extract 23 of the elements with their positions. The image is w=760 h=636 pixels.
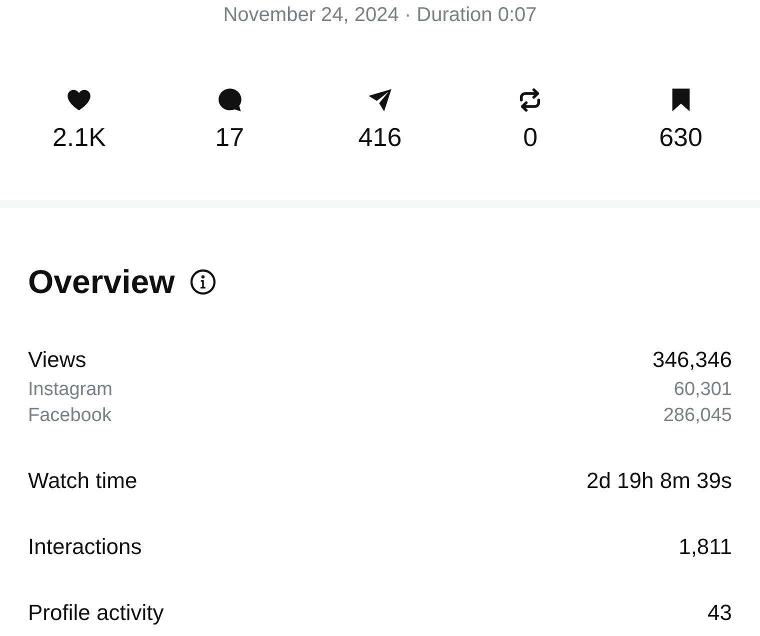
metric-label: Profile activity <box>28 599 164 627</box>
paper-plane-icon <box>366 87 393 113</box>
source-value: 286,045 <box>663 404 732 428</box>
metric-label: Interactions <box>28 533 142 561</box>
metric-value: 43 <box>708 599 732 627</box>
stat-count: 0 <box>523 122 538 152</box>
stat-count: 2.1K <box>52 122 106 152</box>
post-date-duration: November 24, 2024 · Duration 0:07 <box>223 3 537 27</box>
metric-value: 2d 19h 8m 39s <box>586 467 732 495</box>
speech-bubble-icon <box>216 87 243 113</box>
info-icon[interactable] <box>190 269 216 295</box>
metric-value: 1,811 <box>678 533 732 561</box>
source-label: Instagram <box>28 378 112 402</box>
stat-count: 17 <box>215 122 244 152</box>
metric-label: Watch time <box>28 467 138 495</box>
source-label: Facebook <box>28 404 112 428</box>
section-title: Overview <box>28 263 175 301</box>
stat-count: 416 <box>358 122 402 152</box>
metric-label: Views <box>28 346 86 374</box>
stat-count: 630 <box>659 122 702 152</box>
source-value: 60,301 <box>674 378 732 402</box>
metric-value: 346,346 <box>652 346 732 374</box>
heart-icon <box>66 87 92 113</box>
